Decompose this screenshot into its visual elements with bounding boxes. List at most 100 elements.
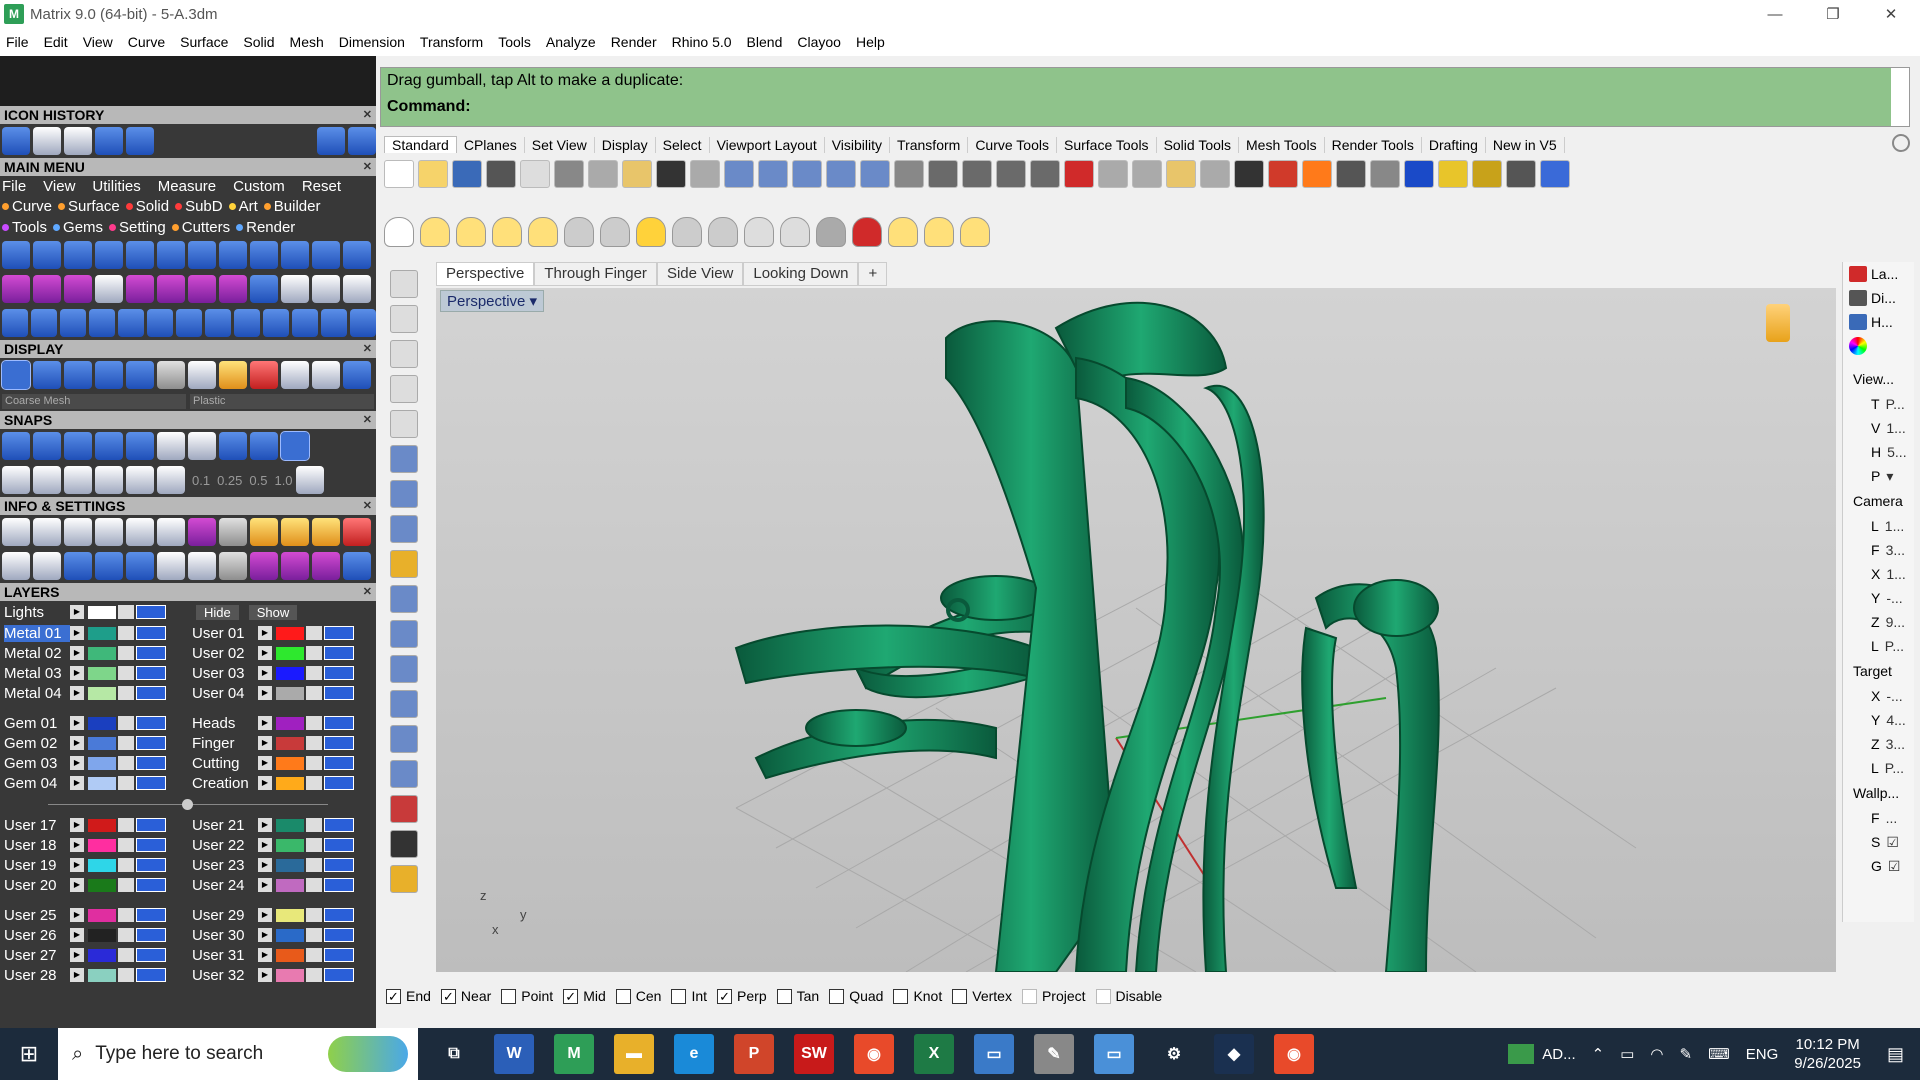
lock-icon[interactable]	[306, 626, 322, 640]
wifi-icon[interactable]: ◠	[1650, 1045, 1663, 1063]
snap-tool-icon[interactable]	[64, 466, 92, 494]
layer-expand-icon[interactable]: ▶	[258, 928, 272, 942]
standard-tool-icon[interactable]	[1132, 160, 1162, 188]
category-art[interactable]: Art	[228, 196, 258, 217]
tool-icon[interactable]	[64, 275, 92, 303]
taskbar-excel-icon[interactable]: X	[914, 1034, 954, 1074]
layer-color-swatch[interactable]	[88, 858, 116, 872]
sidebar-tool-icon[interactable]	[390, 795, 418, 823]
tool-icon[interactable]	[157, 432, 185, 460]
checkbox[interactable]	[829, 988, 845, 1004]
material-select[interactable]: Plastic	[190, 394, 374, 409]
layer-row[interactable]: User 22 ▶	[188, 835, 376, 855]
layer-expand-icon[interactable]: ▶	[70, 605, 84, 619]
snap-tool-icon[interactable]	[2, 466, 30, 494]
property-row[interactable]: H 5...	[1843, 440, 1914, 464]
layer-expand-icon[interactable]: ▶	[70, 878, 84, 892]
standard-tool-icon[interactable]	[520, 160, 550, 188]
sidebar-tool-icon[interactable]	[390, 340, 418, 368]
light-tool-icon[interactable]	[600, 217, 630, 247]
layer-visibility-toggle[interactable]	[324, 646, 354, 660]
layer-color-swatch[interactable]	[276, 928, 304, 942]
layer-visibility-toggle[interactable]	[324, 928, 354, 942]
menu-solid[interactable]: Solid	[243, 34, 274, 50]
tool-icon[interactable]	[312, 275, 340, 303]
light-tool-icon[interactable]	[816, 217, 846, 247]
tool-icon[interactable]	[95, 275, 123, 303]
tool-icon[interactable]	[126, 518, 154, 546]
checkbox[interactable]	[1095, 988, 1111, 1004]
layer-name[interactable]: User 19	[4, 857, 70, 874]
property-row[interactable]: S ☑	[1843, 830, 1914, 854]
tool-icon[interactable]	[64, 518, 92, 546]
menu-file[interactable]: File	[6, 34, 29, 50]
tool-icon[interactable]	[157, 518, 185, 546]
lock-icon[interactable]	[306, 646, 322, 660]
layer-row[interactable]: User 20 ▶	[0, 875, 188, 895]
layer-color-swatch[interactable]	[276, 968, 304, 982]
sidebar-tool-icon[interactable]	[390, 620, 418, 648]
layer-color-swatch[interactable]	[88, 948, 116, 962]
tool-icon[interactable]	[60, 309, 86, 337]
taskbar-settings-icon[interactable]: ⚙	[1154, 1034, 1194, 1074]
tool-icon[interactable]	[33, 241, 61, 269]
layer-expand-icon[interactable]: ▶	[258, 878, 272, 892]
windows-start-button[interactable]: ⊞	[0, 1028, 58, 1080]
layer-name[interactable]: Gem 01	[4, 715, 70, 732]
grid-snap-icon[interactable]	[295, 466, 324, 494]
sidebar-tool-icon[interactable]	[390, 760, 418, 788]
layer-row[interactable]: User 23 ▶	[188, 855, 376, 875]
layer-expand-icon[interactable]: ▶	[70, 666, 84, 680]
layer-expand-icon[interactable]: ▶	[70, 716, 84, 730]
tool-icon[interactable]	[157, 361, 185, 389]
layer-row[interactable]: User 17 ▶	[0, 815, 188, 835]
layer-name[interactable]: User 20	[4, 877, 70, 894]
layer-color-swatch[interactable]	[276, 858, 304, 872]
tool-icon[interactable]	[64, 432, 92, 460]
tool-icon[interactable]	[95, 361, 123, 389]
tool-icon[interactable]	[126, 432, 154, 460]
viewport-label[interactable]: Perspective ▾	[440, 290, 545, 312]
layer-expand-icon[interactable]: ▶	[70, 686, 84, 700]
layer-row[interactable]: Gem 01 ▶	[0, 713, 188, 733]
tool-icon[interactable]	[250, 518, 278, 546]
lock-icon[interactable]	[118, 756, 134, 770]
layer-visibility-toggle[interactable]	[324, 666, 354, 680]
tool-icon[interactable]	[219, 275, 247, 303]
osnap-knot[interactable]: Knot	[893, 988, 942, 1004]
layer-name[interactable]: User 01	[192, 625, 258, 642]
layer-name[interactable]: User 23	[192, 857, 258, 874]
tool-icon[interactable]	[343, 275, 371, 303]
taskbar-word-icon[interactable]: W	[494, 1034, 534, 1074]
category-setting[interactable]: Setting	[109, 217, 166, 238]
taskbar-search-box[interactable]: ⌕ Type here to search	[58, 1028, 418, 1080]
chevron-up-icon[interactable]: ⌃	[1592, 1045, 1605, 1063]
checkbox[interactable]	[893, 988, 909, 1004]
minimize-button[interactable]: —	[1746, 0, 1804, 28]
viewport-tab-looking-down[interactable]: Looking Down	[743, 262, 859, 286]
layer-row[interactable]: User 25 ▶	[0, 905, 188, 925]
tool-icon[interactable]	[89, 309, 115, 337]
tool-icon[interactable]	[281, 275, 309, 303]
layer-visibility-toggle[interactable]	[324, 626, 354, 640]
tool-icon[interactable]	[219, 361, 247, 389]
property-row[interactable]: V 1...	[1843, 416, 1914, 440]
layer-row[interactable]: Finger ▶	[188, 733, 376, 753]
layer-expand-icon[interactable]: ▶	[70, 858, 84, 872]
lock-icon[interactable]	[306, 858, 322, 872]
tool-icon[interactable]	[281, 361, 309, 389]
tab-surface-tools[interactable]: Surface Tools	[1057, 136, 1157, 153]
osnap-int[interactable]: Int	[671, 988, 707, 1004]
layer-row[interactable]: User 04 ▶	[188, 683, 376, 703]
tool-icon[interactable]	[95, 241, 123, 269]
checkbox[interactable]	[776, 988, 792, 1004]
sidebar-tool-icon[interactable]	[390, 585, 418, 613]
sidebar-tool-icon[interactable]	[390, 305, 418, 333]
layer-name[interactable]: Gem 03	[4, 755, 70, 772]
standard-tool-icon[interactable]	[384, 160, 414, 188]
checkbox[interactable]	[671, 988, 687, 1004]
viewport-tab-through-finger[interactable]: Through Finger	[534, 262, 657, 286]
tool-icon[interactable]	[33, 275, 61, 303]
layer-expand-icon[interactable]: ▶	[70, 968, 84, 982]
menu-dimension[interactable]: Dimension	[339, 34, 405, 50]
